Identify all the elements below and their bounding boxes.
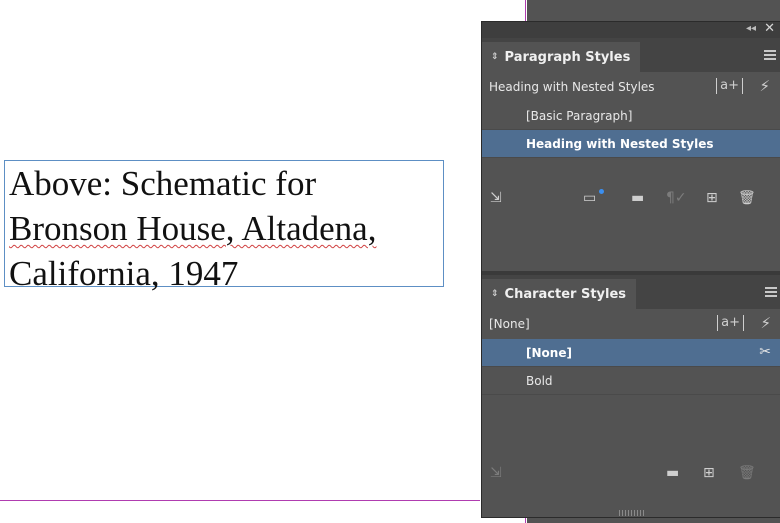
- character-current-style-label: [None]: [489, 317, 530, 331]
- tab-toggle-icon[interactable]: ⇕: [491, 290, 499, 299]
- panel-menu-icon[interactable]: [764, 50, 776, 62]
- character-styles-list: [None] ✂ Bold ⇲ ▬ ⊞ 🗑: [482, 339, 780, 509]
- clear-overrides-icon: ¶✓: [666, 190, 687, 206]
- list-item-label: Heading with Nested Styles: [526, 136, 714, 151]
- panel-title-bar[interactable]: ◂◂ ✕: [482, 21, 780, 38]
- list-item-label: [None]: [526, 345, 572, 360]
- list-item-label: Bold: [526, 373, 553, 388]
- load-styles-icon: ⇲: [490, 465, 502, 481]
- tab-character-styles[interactable]: ⇕ Character Styles: [482, 279, 637, 309]
- resize-grip-icon[interactable]: [619, 510, 645, 516]
- tab-paragraph-styles[interactable]: ⇕ Paragraph Styles: [482, 42, 641, 72]
- paragraph-styles-list: [Basic Paragraph] Heading with Nested St…: [482, 102, 780, 237]
- paragraph-styles-header: ⇕ Paragraph Styles: [482, 38, 780, 72]
- quick-apply-icon[interactable]: ⚡: [760, 314, 771, 332]
- list-item[interactable]: Heading with Nested Styles: [482, 130, 780, 158]
- list-item[interactable]: Bold: [482, 367, 780, 395]
- text-frame[interactable]: Above: Schematic for Bronson House, Alta…: [4, 160, 444, 293]
- panel-menu-icon[interactable]: [765, 287, 777, 299]
- frame-line-3: California, 1947: [9, 254, 239, 293]
- new-group-icon[interactable]: ▬: [666, 465, 679, 481]
- character-styles-header: ⇕ Character Styles: [482, 275, 780, 309]
- margin-guide-horizontal: [0, 500, 480, 501]
- new-style-from-selection-icon[interactable]: a+: [716, 78, 743, 94]
- new-group-icon[interactable]: ▬: [631, 190, 644, 206]
- new-style-from-selection-icon[interactable]: a+: [717, 315, 744, 331]
- tab-toggle-icon[interactable]: ⇕: [491, 53, 499, 62]
- override-indicator-dot: [599, 189, 604, 194]
- close-icon[interactable]: ✕: [764, 21, 775, 36]
- character-current-style: [None] a+ ⚡: [482, 309, 780, 339]
- load-styles-icon[interactable]: ⇲: [490, 190, 502, 206]
- quick-apply-icon[interactable]: ⚡: [759, 77, 770, 95]
- paragraph-current-style-label: Heading with Nested Styles: [489, 80, 655, 94]
- list-item-label: [Basic Paragraph]: [526, 108, 633, 123]
- pin-icon: ✂: [759, 344, 771, 360]
- character-styles-footer: ⇲ ▬ ⊞ 🗑: [482, 459, 780, 487]
- create-new-style-icon[interactable]: ⊞: [706, 190, 718, 206]
- list-item[interactable]: [Basic Paragraph]: [482, 102, 780, 130]
- list-item[interactable]: [None] ✂: [482, 339, 780, 367]
- frame-line-2: Bronson House, Altadena,: [9, 206, 439, 251]
- collapse-icon[interactable]: ◂◂: [746, 23, 756, 34]
- style-override-icon[interactable]: ▭: [583, 190, 596, 206]
- frame-line-2-text: Bronson House, Altadena,: [9, 209, 377, 248]
- tab-paragraph-styles-label: Paragraph Styles: [504, 49, 631, 65]
- delete-style-icon: 🗑: [738, 465, 756, 481]
- delete-style-icon[interactable]: 🗑: [738, 190, 756, 206]
- tab-character-styles-label: Character Styles: [504, 286, 627, 302]
- paragraph-styles-footer: ⇲ ▭ ▬ ¶✓ ⊞ 🗑: [482, 184, 780, 212]
- frame-line-1: Above: Schematic for: [9, 164, 317, 203]
- create-new-style-icon[interactable]: ⊞: [703, 465, 715, 481]
- styles-panel: ◂◂ ✕ ⇕ Paragraph Styles Heading with Nes…: [481, 21, 780, 518]
- paragraph-current-style: Heading with Nested Styles a+ ⚡: [482, 72, 780, 102]
